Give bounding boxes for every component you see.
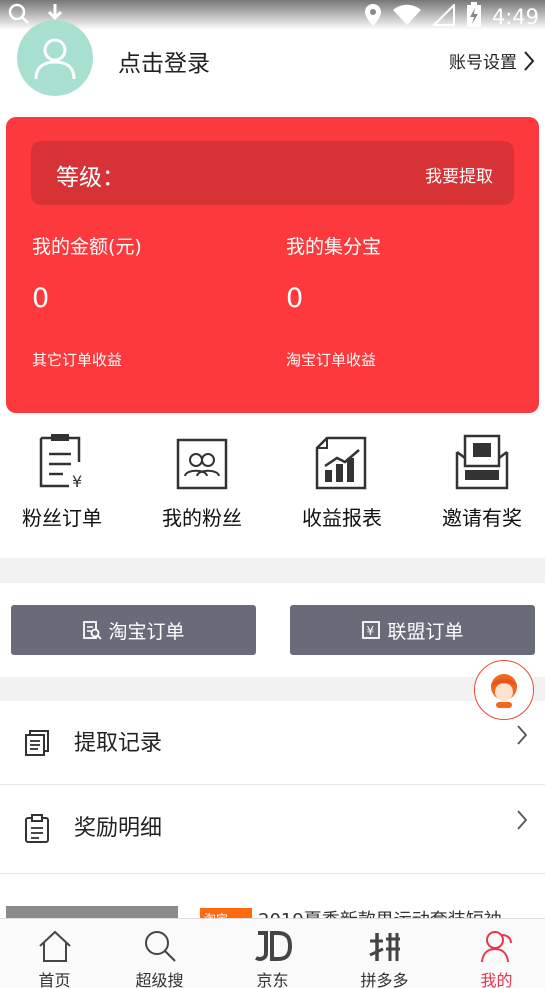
nav-jd[interactable]: 京东: [218, 919, 327, 988]
quick-item-label: 邀请有奖: [442, 506, 522, 530]
level-bar: 等级： 我要提取: [31, 141, 514, 205]
bottom-navigation: 首页 超级搜 京东 拼多多 我的: [0, 918, 545, 988]
fans-orders-item[interactable]: ¥ 粉丝订单: [0, 428, 130, 531]
nav-label: 首页: [38, 971, 71, 988]
home-icon: [38, 930, 71, 962]
quick-item-label: 粉丝订单: [22, 506, 102, 530]
invite-envelope-icon: [455, 434, 509, 490]
other-orders-income-link[interactable]: 其它订单收益: [32, 349, 122, 370]
account-settings-label: 账号设置: [449, 53, 517, 73]
taobao-orders-button[interactable]: 淘宝订单: [11, 605, 256, 655]
reward-details-row[interactable]: 奖励明细: [0, 786, 545, 874]
document-search-icon: [83, 621, 103, 640]
withdraw-button[interactable]: 我要提取: [425, 162, 493, 187]
nav-pinduoduo[interactable]: 拼多多: [330, 919, 439, 988]
section-divider: [0, 558, 545, 583]
records-icon: [24, 729, 52, 761]
account-settings-link[interactable]: 账号设置: [449, 48, 535, 73]
quick-actions: ¥ 粉丝订单 我的粉丝 收益报表 邀请有奖: [0, 428, 545, 548]
chevron-right-icon: [517, 810, 528, 834]
profile-page: 4:49 点击登录 账号设置 等级： 我要提取 我的金额(元) 0 其它订单收益…: [0, 0, 545, 988]
chevron-right-icon: [524, 50, 535, 71]
list-row-label: 提取记录: [74, 731, 163, 756]
nav-label: 京东: [256, 971, 289, 988]
nav-super-search[interactable]: 超级搜: [105, 919, 214, 988]
quick-item-label: 收益报表: [302, 506, 382, 530]
nav-label: 超级搜: [135, 971, 184, 988]
points-value: 0: [286, 283, 304, 314]
income-report-item[interactable]: 收益报表: [274, 428, 410, 531]
avatar[interactable]: [17, 20, 93, 96]
login-link[interactable]: 点击登录: [118, 44, 210, 78]
clipboard-yen-icon: ¥: [39, 434, 82, 490]
svg-text:¥: ¥: [367, 624, 375, 638]
taobao-tag: 淘宝: [200, 908, 252, 918]
withdraw-records-row[interactable]: 提取记录: [0, 701, 545, 785]
list-row-label: 奖励明细: [74, 816, 163, 841]
nav-mine[interactable]: 我的: [442, 919, 545, 988]
profile-header: 点击登录 账号设置: [0, 18, 545, 102]
user-placeholder-icon: [34, 38, 76, 80]
alliance-orders-button[interactable]: ¥ 联盟订单: [290, 605, 535, 655]
yen-ticket-icon: ¥: [362, 621, 381, 639]
invite-reward-item[interactable]: 邀请有奖: [414, 428, 545, 531]
taobao-orders-income-link[interactable]: 淘宝订单收益: [286, 349, 376, 370]
jd-icon: [254, 931, 292, 961]
product-thumbnail[interactable]: [6, 906, 178, 918]
earnings-card: 等级： 我要提取 我的金额(元) 0 其它订单收益 我的集分宝 0 淘宝订单收益: [6, 117, 539, 413]
nav-label: 拼多多: [360, 971, 409, 988]
my-fans-item[interactable]: 我的粉丝: [134, 428, 270, 531]
taobao-orders-label: 淘宝订单: [108, 620, 185, 643]
chart-report-icon: [315, 436, 367, 490]
points-title: 我的集分宝: [286, 236, 382, 258]
quick-item-label: 我的粉丝: [162, 506, 242, 530]
alliance-orders-label: 联盟订单: [387, 620, 464, 643]
section-divider: [0, 677, 545, 701]
level-label: 等级：: [56, 165, 125, 191]
chevron-right-icon: [517, 725, 528, 749]
nav-home[interactable]: 首页: [0, 919, 109, 988]
customer-service-icon: [491, 674, 517, 708]
product-title[interactable]: 2019夏季新款男运动套装短袖: [258, 906, 502, 918]
customer-service-button[interactable]: [474, 660, 534, 720]
product-feed-peek: 淘宝 2019夏季新款男运动套装短袖: [0, 876, 545, 918]
search-icon: [144, 931, 176, 962]
pinduoduo-icon: [368, 933, 400, 961]
balance-value: 0: [32, 283, 50, 314]
reward-detail-icon: [24, 814, 50, 848]
fans-icon: [176, 438, 228, 490]
nav-label: 我的: [480, 971, 513, 988]
svg-text:¥: ¥: [72, 472, 82, 490]
profile-icon: [480, 931, 512, 963]
balance-title: 我的金额(元): [32, 236, 142, 258]
